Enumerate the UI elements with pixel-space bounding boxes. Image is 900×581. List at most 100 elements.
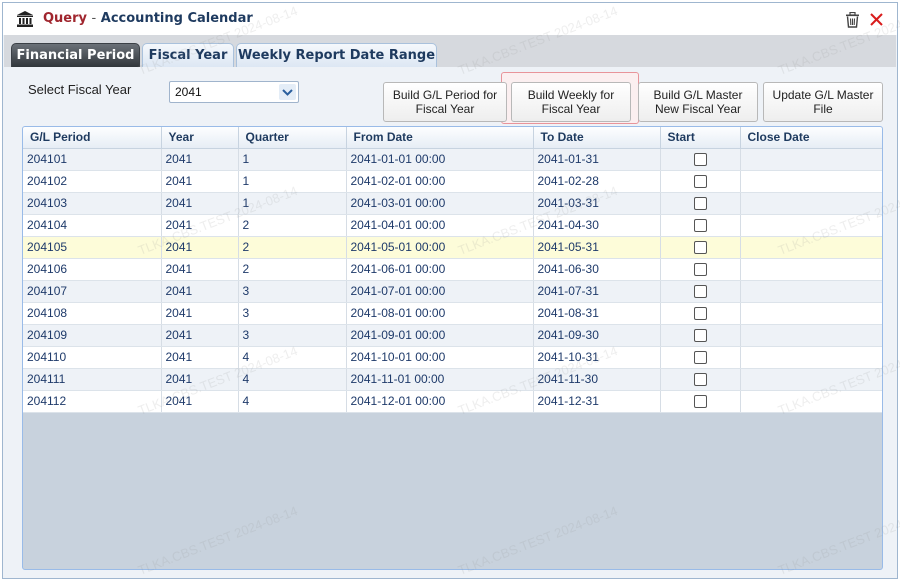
cell-close-date [740, 148, 882, 171]
table-row[interactable]: 204109 2041 3 2041-09-01 00:00 2041-09-30 [23, 324, 882, 347]
cell-period: 204101 [23, 148, 162, 171]
cell-close-date [740, 258, 882, 281]
column-header-start[interactable]: Start [660, 127, 741, 149]
chevron-down-icon[interactable] [279, 84, 296, 100]
cell-quarter: 2 [238, 258, 347, 281]
cell-period: 204107 [23, 280, 162, 303]
build-weekly-label-1: Build Weekly for [527, 88, 615, 102]
cell-to: 2041-08-31 [533, 302, 661, 325]
start-checkbox[interactable] [693, 395, 707, 409]
cell-to: 2041-03-31 [533, 192, 661, 215]
cell-from: 2041-07-01 00:00 [346, 280, 534, 303]
cell-from: 2041-10-01 00:00 [346, 346, 534, 369]
cell-close-date [740, 236, 882, 259]
cell-from: 2041-09-01 00:00 [346, 324, 534, 347]
table-row[interactable]: 204110 2041 4 2041-10-01 00:00 2041-10-31 [23, 346, 882, 369]
accounting-calendar-window: Query - Accounting Calendar Financial Pe… [2, 2, 900, 579]
build-gl-master-button[interactable]: Build G/L Master New Fiscal Year [638, 82, 758, 122]
table-row[interactable]: 204105 2041 2 2041-05-01 00:00 2041-05-31 [23, 236, 882, 259]
table-row[interactable]: 204106 2041 2 2041-06-01 00:00 2041-06-30 [23, 258, 882, 281]
start-checkbox[interactable] [693, 307, 707, 321]
financial-period-grid: G/L Period Year Quarter From Date To Dat… [22, 126, 883, 570]
cell-quarter: 3 [238, 324, 347, 347]
cell-quarter: 4 [238, 346, 347, 369]
table-row[interactable]: 204101 2041 1 2041-01-01 00:00 2041-01-31 [23, 148, 882, 171]
cell-period: 204110 [23, 346, 162, 369]
table-row[interactable]: 204103 2041 1 2041-03-01 00:00 2041-03-31 [23, 192, 882, 215]
build-gl-period-button[interactable]: Build G/L Period for Fiscal Year [383, 82, 507, 122]
cell-year: 2041 [161, 148, 239, 171]
table-row[interactable]: 204111 2041 4 2041-11-01 00:00 2041-11-30 [23, 368, 882, 391]
column-header-gl-period[interactable]: G/L Period [23, 127, 162, 149]
cell-close-date [740, 214, 882, 237]
cell-close-date [740, 368, 882, 391]
cell-from: 2041-11-01 00:00 [346, 368, 534, 391]
start-checkbox[interactable] [693, 373, 707, 387]
cell-period: 204105 [23, 236, 162, 259]
cell-close-date [740, 170, 882, 193]
cell-to: 2041-06-30 [533, 258, 661, 281]
cell-to: 2041-02-28 [533, 170, 661, 193]
cell-from: 2041-04-01 00:00 [346, 214, 534, 237]
table-row[interactable]: 204108 2041 3 2041-08-01 00:00 2041-08-31 [23, 302, 882, 325]
cell-period: 204104 [23, 214, 162, 237]
fiscal-year-select[interactable]: 2041 [169, 81, 299, 103]
cell-year: 2041 [161, 258, 239, 281]
title-prefix: Query [43, 11, 88, 26]
cell-period: 204103 [23, 192, 162, 215]
cell-quarter: 3 [238, 280, 347, 303]
cell-from: 2041-03-01 00:00 [346, 192, 534, 215]
title-separator: - [91, 11, 97, 26]
column-header-close-date[interactable]: Close Date [740, 127, 882, 149]
start-checkbox[interactable] [693, 241, 707, 255]
build-gl-master-label-1: Build G/L Master [653, 88, 743, 102]
cell-close-date [740, 324, 882, 347]
close-icon[interactable] [869, 12, 884, 27]
cell-quarter: 1 [238, 192, 347, 215]
trash-icon[interactable] [845, 12, 860, 28]
start-checkbox[interactable] [693, 175, 707, 189]
build-weekly-button[interactable]: Build Weekly for Fiscal Year [511, 82, 631, 122]
start-checkbox[interactable] [693, 153, 707, 167]
cell-to: 2041-12-31 [533, 390, 661, 413]
cell-year: 2041 [161, 214, 239, 237]
tab-financial-period[interactable]: Financial Period [11, 43, 140, 68]
update-gl-master-button[interactable]: Update G/L Master File [763, 82, 883, 122]
table-row[interactable]: 204107 2041 3 2041-07-01 00:00 2041-07-31 [23, 280, 882, 303]
cell-start [660, 214, 741, 237]
tab-strip: Financial Period Fiscal Year Weekly Repo… [4, 35, 896, 68]
cell-close-date [740, 192, 882, 215]
grid-header-row: G/L Period Year Quarter From Date To Dat… [23, 127, 882, 149]
start-checkbox[interactable] [693, 285, 707, 299]
start-checkbox[interactable] [693, 351, 707, 365]
table-row[interactable]: 204102 2041 1 2041-02-01 00:00 2041-02-28 [23, 170, 882, 193]
cell-start [660, 192, 741, 215]
cell-start [660, 170, 741, 193]
cell-start [660, 258, 741, 281]
column-header-quarter[interactable]: Quarter [238, 127, 347, 149]
cell-year: 2041 [161, 302, 239, 325]
cell-from: 2041-02-01 00:00 [346, 170, 534, 193]
table-row[interactable]: 204104 2041 2 2041-04-01 00:00 2041-04-30 [23, 214, 882, 237]
cell-quarter: 1 [238, 170, 347, 193]
cell-to: 2041-05-31 [533, 236, 661, 259]
start-checkbox[interactable] [693, 219, 707, 233]
title-bar: Query - Accounting Calendar [3, 3, 897, 35]
fiscal-year-value: 2041 [175, 85, 202, 99]
start-checkbox[interactable] [693, 329, 707, 343]
column-header-from-date[interactable]: From Date [346, 127, 534, 149]
table-row[interactable]: 204112 2041 4 2041-12-01 00:00 2041-12-31 [23, 390, 882, 413]
column-header-to-date[interactable]: To Date [533, 127, 661, 149]
tab-weekly-report-date-range[interactable]: Weekly Report Date Range [236, 43, 437, 68]
tab-fiscal-year[interactable]: Fiscal Year [142, 43, 234, 68]
cell-period: 204112 [23, 390, 162, 413]
start-checkbox[interactable] [693, 197, 707, 211]
update-gl-master-label-2: File [813, 102, 833, 116]
column-header-year[interactable]: Year [161, 127, 239, 149]
cell-period: 204106 [23, 258, 162, 281]
bank-icon [17, 11, 33, 27]
start-checkbox[interactable] [693, 263, 707, 277]
cell-period: 204102 [23, 170, 162, 193]
cell-start [660, 368, 741, 391]
update-gl-master-label-1: Update G/L Master [772, 88, 874, 102]
